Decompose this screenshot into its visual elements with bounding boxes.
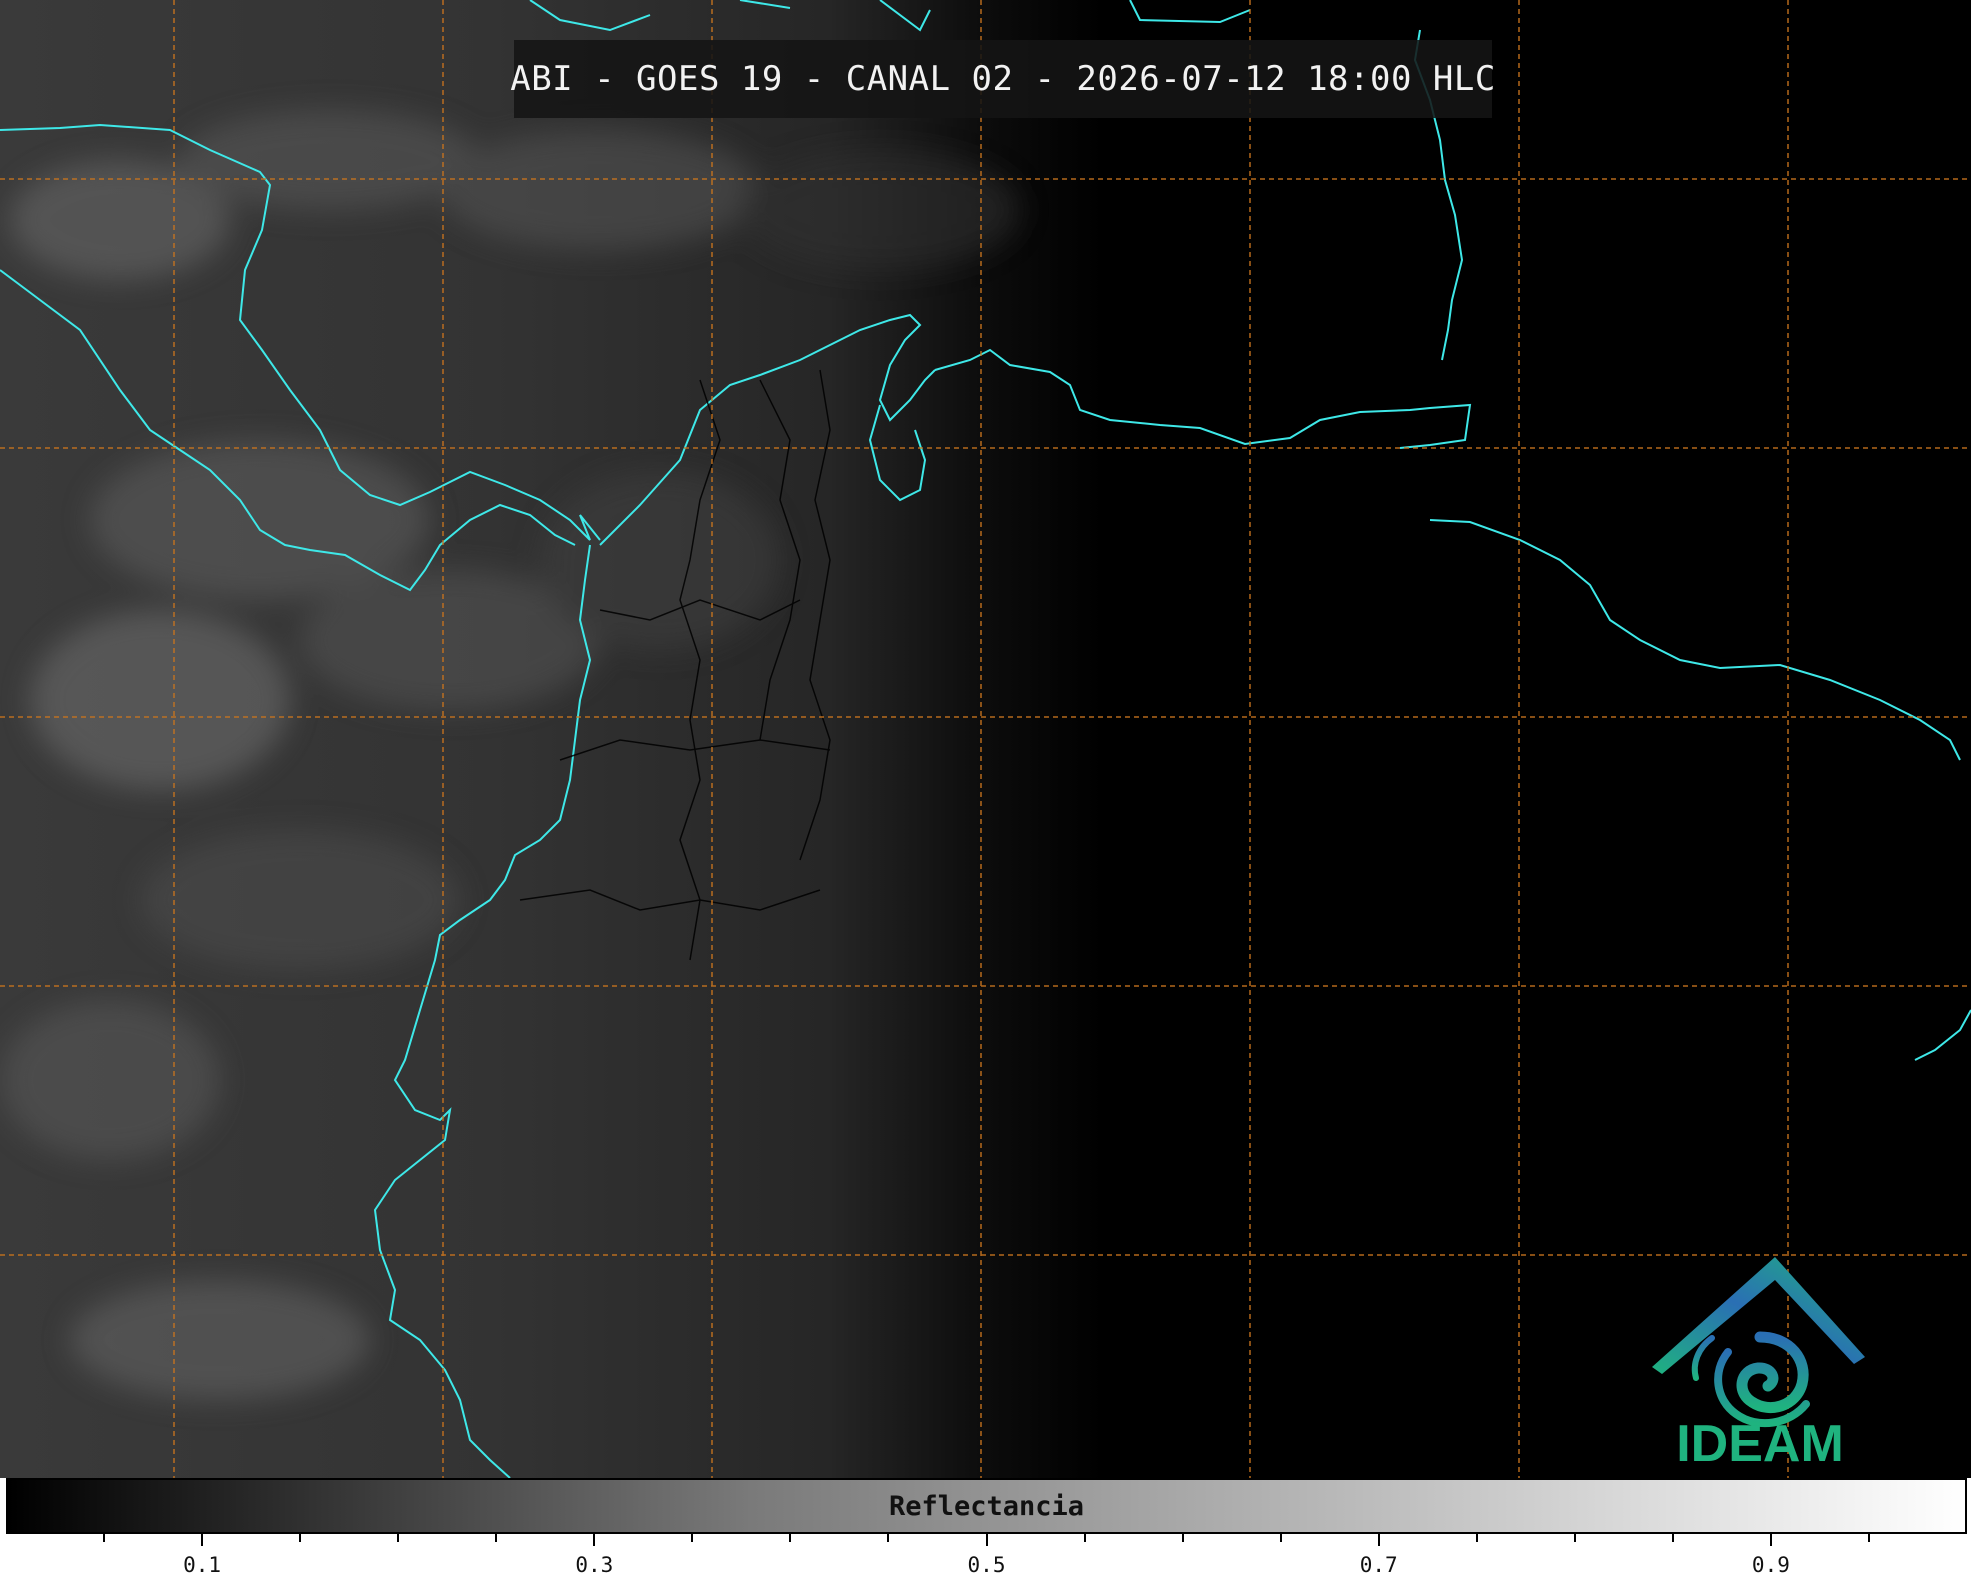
- colorbar-tick: [495, 1534, 498, 1542]
- colorbar-tick: [1475, 1534, 1478, 1542]
- colorbar-tick-label: 0.9: [1751, 1553, 1790, 1577]
- colorbar-tick-label: 0.5: [967, 1553, 1006, 1577]
- colorbar-tick: [887, 1534, 890, 1542]
- colorbar-tick: [1671, 1534, 1674, 1542]
- colorbar-tick: [1573, 1534, 1576, 1542]
- colorbar-tick: [299, 1534, 302, 1542]
- colorbar-tick: [1769, 1534, 1772, 1546]
- colorbar-tick: [1181, 1534, 1184, 1542]
- colorbar-tick: [1083, 1534, 1086, 1542]
- colorbar-tick: [1279, 1534, 1282, 1542]
- colorbar-ticks: 0.1 0.3 0.5 0.7 0.9: [0, 1534, 1971, 1577]
- colorbar-panel: Reflectancia 0.1 0.3 0.5 0.7 0.9: [0, 1478, 1971, 1577]
- colorbar-tick-label: 0.3: [575, 1553, 614, 1577]
- colorbar-tick-label: 0.7: [1359, 1553, 1398, 1577]
- logo-roof: [1652, 1257, 1865, 1374]
- colorbar-tick: [593, 1534, 596, 1546]
- map-title-box: ABI - GOES 19 - CANAL 02 - 2026-07-12 18…: [510, 40, 1495, 118]
- colorbar-tick: [789, 1534, 792, 1542]
- colorbar-label: Reflectancia: [888, 1490, 1085, 1522]
- map-title: ABI - GOES 19 - CANAL 02 - 2026-07-12 18…: [510, 59, 1496, 99]
- colorbar-tick: [103, 1534, 106, 1542]
- colorbar-tick-label: 0.1: [183, 1553, 222, 1577]
- colorbar-tick: [691, 1534, 694, 1542]
- colorbar-tick: [985, 1534, 988, 1546]
- colorbar: Reflectancia: [6, 1478, 1967, 1534]
- logo-text: IDEAM: [1676, 1415, 1844, 1473]
- logo-swirl-icon: [1691, 1331, 1810, 1428]
- colorbar-tick: [1377, 1534, 1380, 1546]
- colorbar-tick: [201, 1534, 204, 1546]
- colorbar-tick: [1867, 1534, 1870, 1542]
- colorbar-tick: [397, 1534, 400, 1542]
